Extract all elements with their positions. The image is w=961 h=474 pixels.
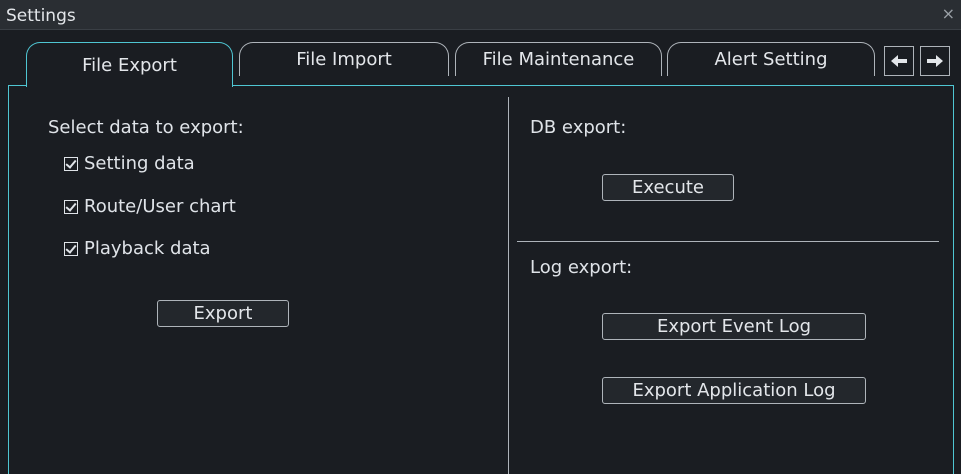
export-event-log-button[interactable]: Export Event Log [602,313,866,340]
tab-next-button[interactable] [920,46,950,76]
section-divider [517,241,939,242]
tab-label: File Import [296,49,392,70]
tab-label: File Export [82,54,177,76]
tab-strip: File Export File Import File Maintenance… [0,32,961,87]
db-export-heading: DB export: [530,117,627,138]
checkbox-label: Route/User chart [84,196,236,217]
arrow-right-icon [927,55,943,67]
column-divider [508,97,509,474]
checkbox-checked-icon[interactable] [64,200,78,214]
checkbox-checked-icon[interactable] [64,157,78,171]
execute-button[interactable]: Execute [602,174,734,201]
tab-file-import[interactable]: File Import [239,42,449,76]
tab-prev-button[interactable] [884,46,914,76]
checkbox-checked-icon[interactable] [64,242,78,256]
export-button[interactable]: Export [157,300,289,327]
checkbox-label: Setting data [84,153,195,174]
title-bar: Settings × [0,0,961,30]
close-icon[interactable]: × [942,4,955,23]
tab-label: File Maintenance [482,49,635,70]
tab-file-export[interactable]: File Export [26,42,233,87]
file-export-panel [8,85,954,474]
checkbox-label: Playback data [84,238,211,259]
tab-file-maintenance[interactable]: File Maintenance [455,42,662,76]
tab-label: Alert Setting [714,49,828,70]
tab-alert-setting[interactable]: Alert Setting [667,42,875,76]
export-application-log-button[interactable]: Export Application Log [602,377,866,404]
arrow-left-icon [891,55,907,67]
window-title: Settings [6,6,76,26]
log-export-heading: Log export: [530,257,633,278]
export-heading: Select data to export: [48,117,244,138]
